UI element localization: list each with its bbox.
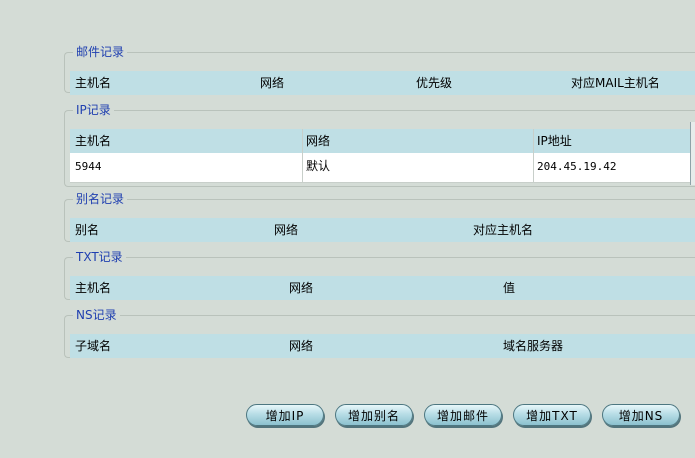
mail-record-legend: 邮件记录 <box>76 45 125 59</box>
ns-record-group: NS记录 子域名 网络 域名服务器 <box>64 308 695 358</box>
ns-record-header-row: 子域名 网络 域名服务器 <box>70 334 695 358</box>
txt-col-network: 网络 <box>289 281 314 295</box>
ip-header-divider <box>302 129 303 153</box>
txt-record-legend: TXT记录 <box>76 250 123 264</box>
ip-record-group: IP记录 主机名 网络 IP地址 5944 默认 204.45.19.42 <box>64 103 695 187</box>
alias-record-group: 别名记录 别名 网络 对应主机名 <box>64 192 695 242</box>
add-txt-button[interactable]: 增加TXT <box>513 404 591 426</box>
alias-col-alias: 别名 <box>75 223 100 237</box>
txt-record-group: TXT记录 主机名 网络 值 <box>64 250 695 300</box>
ip-col-host: 主机名 <box>75 134 112 148</box>
mail-record-group: 邮件记录 主机名 网络 优先级 对应MAIL主机名 <box>64 45 695 95</box>
ip-row-divider <box>302 153 303 182</box>
mail-col-host: 主机名 <box>75 76 112 90</box>
mail-col-mail-host: 对应MAIL主机名 <box>571 76 660 90</box>
add-ip-button[interactable]: 增加IP <box>246 404 324 426</box>
mail-col-network: 网络 <box>260 76 285 90</box>
ip-record-legend: IP记录 <box>76 103 111 117</box>
ns-record-table: 子域名 网络 域名服务器 <box>70 334 695 358</box>
ip-col-network: 网络 <box>306 134 331 148</box>
txt-col-value: 值 <box>503 281 516 295</box>
mail-record-table: 主机名 网络 优先级 对应MAIL主机名 <box>70 71 695 95</box>
alias-record-legend: 别名记录 <box>76 192 125 206</box>
ip-cell-network: 默认 <box>306 159 331 173</box>
txt-col-host: 主机名 <box>75 281 112 295</box>
ip-table-scrollbar[interactable] <box>690 122 695 185</box>
add-mail-button[interactable]: 增加邮件 <box>424 404 502 426</box>
txt-record-table: 主机名 网络 值 <box>70 276 695 300</box>
ns-record-legend: NS记录 <box>76 308 117 322</box>
mail-record-header-row: 主机名 网络 优先级 对应MAIL主机名 <box>70 71 695 95</box>
ip-record-table: 主机名 网络 IP地址 5944 默认 204.45.19.42 <box>70 129 695 183</box>
ip-record-header-row: 主机名 网络 IP地址 <box>70 129 695 153</box>
alias-record-header-row: 别名 网络 对应主机名 <box>70 218 695 242</box>
ns-col-subdomain: 子域名 <box>75 339 112 353</box>
ip-row-divider <box>533 153 534 182</box>
ns-col-network: 网络 <box>289 339 314 353</box>
add-alias-button[interactable]: 增加别名 <box>335 404 413 426</box>
mail-col-priority: 优先级 <box>416 76 453 90</box>
add-ns-button[interactable]: 增加NS <box>602 404 680 426</box>
ip-header-divider <box>533 129 534 153</box>
ns-col-name-server: 域名服务器 <box>503 339 564 353</box>
alias-col-network: 网络 <box>274 223 299 237</box>
table-row[interactable]: 5944 默认 204.45.19.42 <box>70 153 695 183</box>
alias-col-target-host: 对应主机名 <box>473 223 534 237</box>
ip-cell-ip-address: 204.45.19.42 <box>537 160 617 173</box>
ip-col-ip-address: IP地址 <box>537 134 572 148</box>
alias-record-table: 别名 网络 对应主机名 <box>70 218 695 242</box>
ip-cell-host: 5944 <box>75 160 102 173</box>
txt-record-header-row: 主机名 网络 值 <box>70 276 695 300</box>
